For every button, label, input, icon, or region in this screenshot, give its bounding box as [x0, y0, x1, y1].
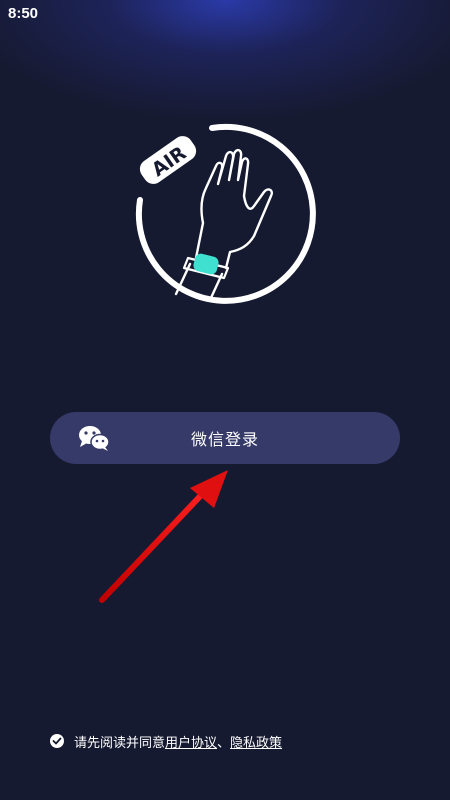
user-agreement-link[interactable]: 用户协议 [165, 732, 217, 751]
agreement-separator: 、 [217, 735, 231, 751]
hand-with-wristband-icon: AIR [135, 123, 316, 304]
app-logo: AIR [128, 118, 322, 312]
agreement-prefix: 请先阅读并同意 [74, 735, 166, 751]
privacy-policy-link[interactable]: 隐私政策 [230, 732, 282, 751]
status-time: 8:50 [8, 4, 39, 22]
check-icon [52, 737, 62, 745]
login-button-label: 微信登录 [190, 430, 259, 449]
agreement-checkbox[interactable] [50, 734, 64, 748]
wechat-login-button[interactable]: 微信登录 [50, 412, 400, 464]
wechat-icon [78, 425, 110, 451]
status-bar: 8:50 [0, 0, 450, 26]
agreement-row: 请先阅读并同意 用户协议 、 隐私政策 [50, 730, 282, 752]
red-arrow-annotation [99, 470, 228, 603]
